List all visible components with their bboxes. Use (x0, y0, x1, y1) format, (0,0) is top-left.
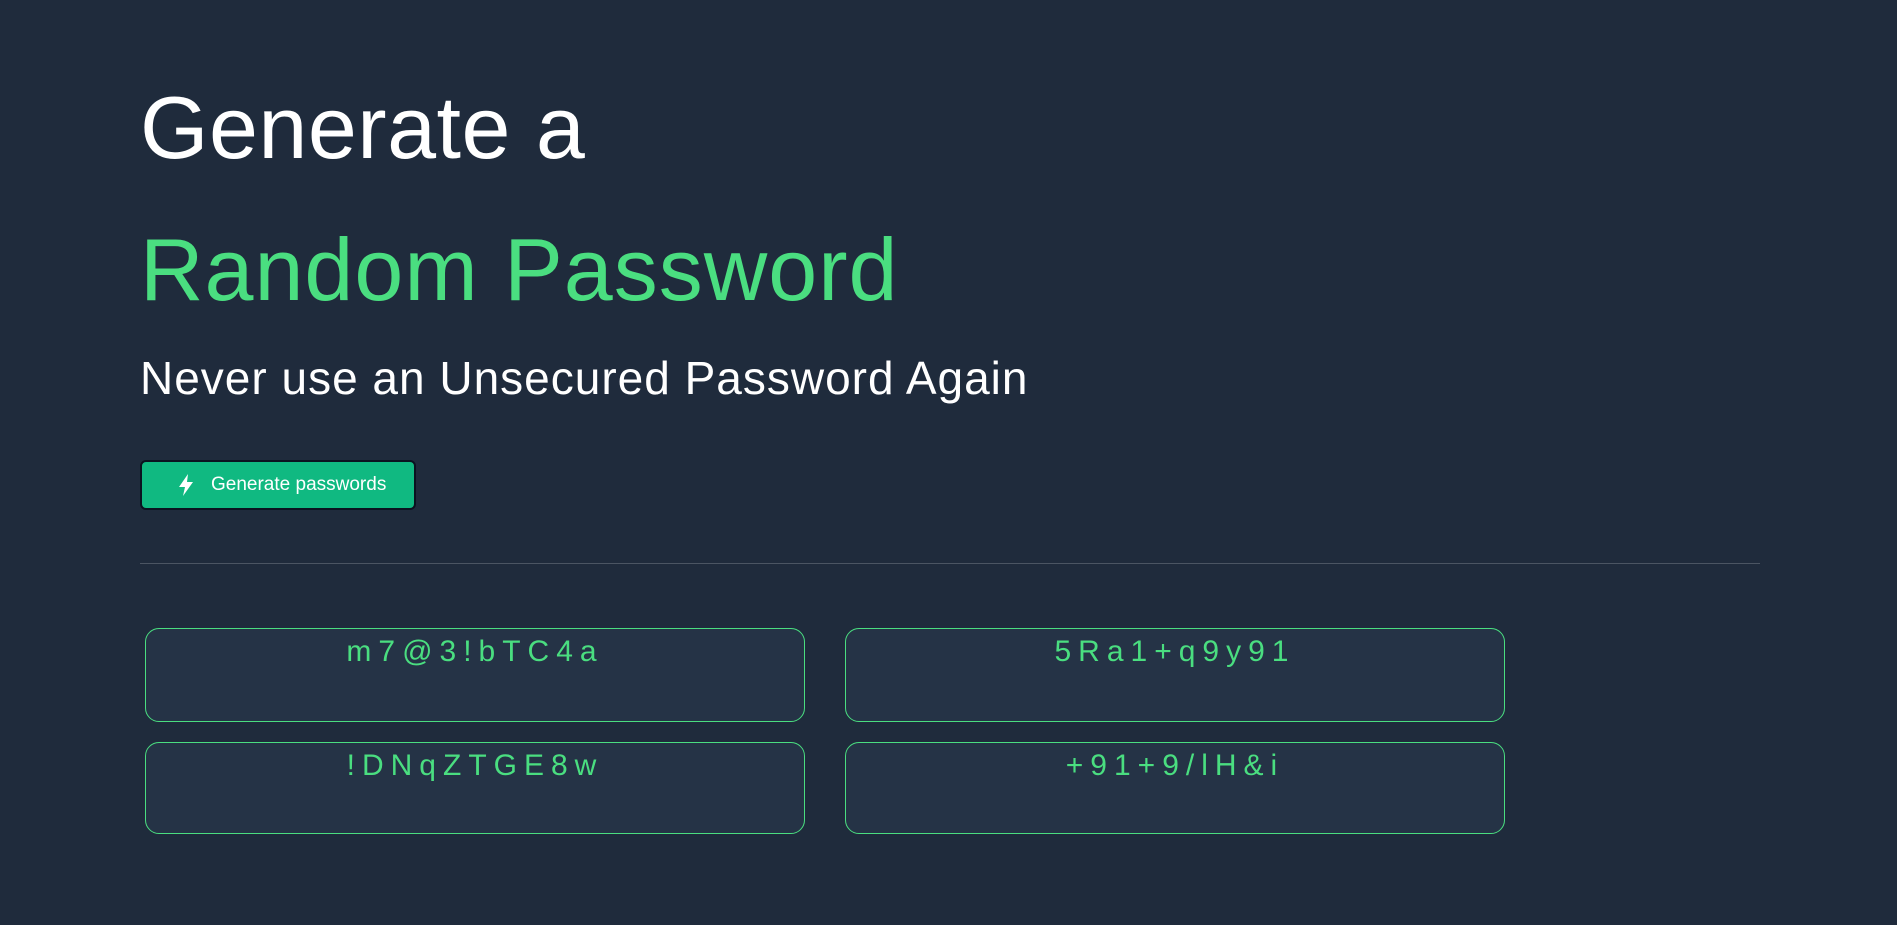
page-title-line1: Generate a (140, 78, 586, 177)
password-output-1[interactable]: m7@3!bTC4a (145, 628, 805, 722)
page-title-line2: Random Password (140, 220, 899, 319)
password-output-4[interactable]: +91+9/lH&i (845, 742, 1505, 834)
page-subtitle: Never use an Unsecured Password Again (140, 352, 1029, 404)
password-output-3[interactable]: !DNqZTGE8w (145, 742, 805, 834)
lightning-bolt-icon (179, 474, 193, 496)
section-divider (140, 563, 1760, 564)
password-output-2[interactable]: 5Ra1+q9y91 (845, 628, 1505, 722)
generate-passwords-button[interactable]: Generate passwords (140, 460, 416, 510)
generate-passwords-label: Generate passwords (211, 474, 387, 495)
